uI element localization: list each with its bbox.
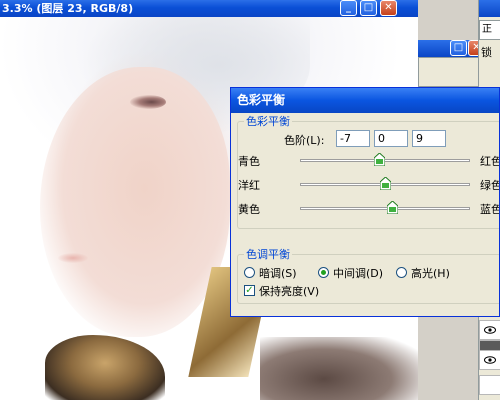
- tone-balance-legend: 色调平衡: [244, 248, 292, 261]
- level-cyan-red-field[interactable]: -7: [336, 130, 370, 147]
- level-yellow-blue-field[interactable]: 9: [412, 130, 446, 147]
- shadows-radio[interactable]: [244, 267, 255, 278]
- slider-label-blue: 蓝色: [480, 203, 500, 216]
- highlights-label[interactable]: 高光(H): [411, 265, 450, 281]
- photo-dark-region: [260, 337, 418, 400]
- layer-row[interactable]: [479, 350, 500, 370]
- close-button[interactable]: ✕: [380, 0, 397, 16]
- color-balance-legend: 色彩平衡: [244, 115, 292, 128]
- yellow-blue-slider-thumb[interactable]: [387, 201, 399, 214]
- highlights-radio[interactable]: [396, 267, 407, 278]
- color-balance-group: 色彩平衡 色阶(L): -7 0 9 青色 红色 洋红 绿色 黄色 蓝色: [237, 115, 500, 229]
- preserve-luminosity-label[interactable]: 保持亮度(V): [259, 283, 319, 299]
- photo-face: [40, 67, 230, 337]
- dialog-titlebar[interactable]: 色彩平衡: [231, 88, 499, 113]
- blend-mode-dropdown[interactable]: 正: [479, 20, 500, 40]
- slider-label-green: 绿色: [480, 179, 500, 192]
- palette-body: [418, 57, 484, 87]
- layer-row[interactable]: [479, 375, 500, 395]
- minimize-button[interactable]: _: [340, 0, 357, 16]
- photo-armor-left: [45, 335, 165, 400]
- document-title: 3.3% (图层 23, RGB/8): [2, 2, 134, 15]
- eye-icon[interactable]: [484, 326, 496, 334]
- lock-label: 锁: [481, 46, 492, 59]
- photo-eye: [130, 95, 166, 109]
- palette-minimize-button[interactable]: □: [450, 40, 467, 56]
- slider-label-magenta: 洋红: [238, 179, 260, 192]
- magenta-green-slider-thumb[interactable]: [379, 177, 391, 190]
- slider-label-cyan: 青色: [238, 155, 260, 168]
- layers-panel-titlebar[interactable]: [479, 0, 500, 17]
- tone-balance-group: 色调平衡 暗调(S) 中间调(D) 高光(H) ✓ 保持亮度(V): [237, 248, 499, 304]
- dialog-title: 色彩平衡: [237, 93, 286, 107]
- cyan-red-track[interactable]: [300, 159, 470, 162]
- photo-lip: [58, 253, 88, 263]
- cyan-red-slider-thumb[interactable]: [373, 153, 385, 166]
- levels-label: 色阶(L):: [284, 134, 325, 147]
- palette-titlebar[interactable]: □ ✕: [418, 40, 485, 57]
- slider-label-red: 红色: [480, 155, 500, 168]
- yellow-blue-track[interactable]: [300, 207, 470, 210]
- slider-label-yellow: 黄色: [238, 203, 260, 216]
- level-magenta-green-field[interactable]: 0: [374, 130, 408, 147]
- layer-row[interactable]: [479, 320, 500, 340]
- maximize-button[interactable]: □: [360, 0, 377, 16]
- color-balance-dialog: 色彩平衡 色彩平衡 色阶(L): -7 0 9 青色 红色 洋红 绿色 黄色 蓝…: [230, 87, 500, 317]
- midtones-label[interactable]: 中间调(D): [333, 265, 383, 281]
- shadows-label[interactable]: 暗调(S): [259, 265, 297, 281]
- preserve-luminosity-checkbox[interactable]: ✓: [244, 285, 255, 296]
- midtones-radio[interactable]: [318, 267, 329, 278]
- eye-icon[interactable]: [484, 356, 496, 364]
